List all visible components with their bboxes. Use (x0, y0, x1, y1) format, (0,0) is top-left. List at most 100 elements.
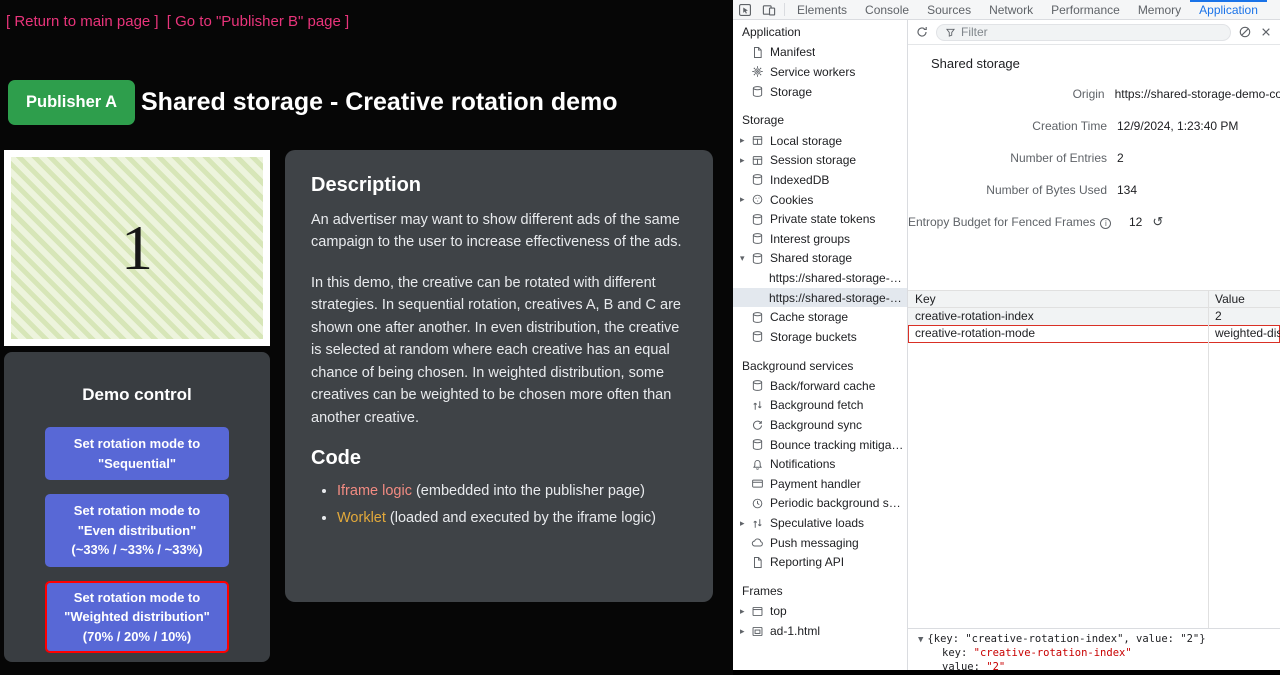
sidebar-item-top[interactable]: ▸ top (733, 602, 907, 622)
sidebar-item-session-storage[interactable]: ▸Session storage (733, 151, 907, 171)
database-icon (751, 438, 764, 451)
chevron-right-icon[interactable]: ▸ (740, 606, 751, 617)
rotation-mode-button-2[interactable]: Set rotation mode to"Even distribution"(… (45, 494, 229, 567)
preview-summary-row[interactable]: ▼{key: "creative-rotation-index", value:… (908, 632, 1280, 647)
device-toolbar-button[interactable] (757, 0, 781, 19)
meta-label: Number of Entries (908, 150, 1107, 166)
devtools-tabs: ElementsConsoleSourcesNetworkPerformance… (788, 0, 1280, 19)
sidebar-item-label: Storage (770, 85, 812, 99)
sidebar-item-storage-buckets[interactable]: Storage buckets (733, 327, 907, 347)
info-icon[interactable]: i (1100, 218, 1111, 229)
meta-value: 12↺ (1129, 214, 1163, 230)
return-main-link[interactable]: [ Return to main page ] (6, 13, 159, 30)
button-line: "Even distribution" (49, 521, 225, 541)
table-column-divider (1208, 290, 1209, 628)
sidebar-item-payment-handler[interactable]: Payment handler (733, 474, 907, 494)
tab-elements[interactable]: Elements (788, 0, 856, 19)
code-link-iframe-logic[interactable]: Iframe logic (337, 483, 412, 499)
close-icon[interactable] (1259, 25, 1273, 39)
sidebar-item-https-shared-storage-d[interactable]: https://shared-storage-d… (733, 288, 907, 308)
sidebar-item-https-shared-storage-d[interactable]: https://shared-storage-d… (733, 268, 907, 288)
sidebar-item-notifications[interactable]: Notifications (733, 454, 907, 474)
code-links-list: Iframe logic (embedded into the publishe… (337, 480, 687, 529)
chevron-right-icon[interactable]: ▸ (740, 194, 751, 205)
sidebar-item-private-state-tokens[interactable]: Private state tokens (733, 209, 907, 229)
sidebar-item-ad-1-html[interactable]: ▸ad-1.html (733, 621, 907, 641)
sidebar-item-label: Service workers (770, 65, 855, 79)
button-line: Set rotation mode to (49, 434, 225, 454)
rotation-mode-button-3[interactable]: Set rotation mode to"Weighted distributi… (45, 581, 229, 654)
code-link-worklet[interactable]: Worklet (337, 510, 386, 526)
sidebar-item-shared-storage[interactable]: ▾Shared storage (733, 249, 907, 269)
demo-control-title: Demo control (4, 352, 270, 405)
column-header-value[interactable]: Value (1208, 291, 1280, 307)
filter-input[interactable]: Filter (936, 24, 1231, 41)
sidebar-item-indexeddb[interactable]: IndexedDB (733, 170, 907, 190)
sidebar-item-label: Background fetch (770, 398, 863, 412)
chevron-down-icon[interactable]: ▾ (740, 253, 751, 264)
inspect-element-button[interactable] (733, 0, 757, 19)
description-paragraph-1: An advertiser may want to show different… (311, 209, 687, 254)
clear-icon[interactable] (1238, 25, 1252, 39)
tab-sources[interactable]: Sources (918, 0, 980, 19)
property-name: key (942, 647, 961, 659)
sidebar-item-bounce-tracking-mitiga[interactable]: Bounce tracking mitiga… (733, 435, 907, 455)
panel-toolbar: Filter (908, 20, 1280, 45)
sidebar-item-label: top (770, 604, 787, 618)
sidebar-item-local-storage[interactable]: ▸Local storage (733, 131, 907, 151)
sync-icon (751, 419, 764, 432)
sidebar-item-storage[interactable]: Storage (733, 82, 907, 102)
table-row-creative-rotation-index[interactable]: creative-rotation-index 2 (908, 308, 1280, 326)
sidebar-item-background-fetch[interactable]: Background fetch (733, 396, 907, 416)
chevron-right-icon[interactable]: ▸ (740, 155, 751, 166)
rotation-mode-button-1[interactable]: Set rotation mode to"Sequential" (45, 427, 229, 480)
chevron-down-icon[interactable]: ▼ (918, 635, 923, 645)
sidebar-item-service-workers[interactable]: Service workers (733, 62, 907, 82)
sidebar-item-back-forward-cache[interactable]: Back/forward cache (733, 376, 907, 396)
sidebar-item-interest-groups[interactable]: Interest groups (733, 229, 907, 249)
gear-icon (751, 65, 764, 78)
table-row-creative-rotation-mode[interactable]: creative-rotation-mode weighted-distribu… (908, 325, 1280, 343)
tab-console[interactable]: Console (856, 0, 918, 19)
sidebar-item-background-sync[interactable]: Background sync (733, 415, 907, 435)
tab-application[interactable]: Application (1190, 0, 1267, 19)
sidebar-item-cache-storage[interactable]: Cache storage (733, 307, 907, 327)
refresh-icon[interactable] (915, 25, 929, 39)
sidebar-item-push-messaging[interactable]: Push messaging (733, 533, 907, 553)
document-icon (751, 46, 764, 59)
sidebar-item-reporting-api[interactable]: Reporting API (733, 552, 907, 572)
page-title: Shared storage - Creative rotation demo (141, 88, 618, 117)
preview-property: value: "2" (908, 661, 1280, 671)
chevron-right-icon[interactable]: ▸ (740, 135, 751, 146)
button-line: "Weighted distribution" (49, 607, 225, 627)
toolbar-separator (784, 3, 785, 16)
tab-memory[interactable]: Memory (1129, 0, 1190, 19)
tab-network[interactable]: Network (980, 0, 1042, 19)
meta-value: 2 (1117, 150, 1124, 166)
sidebar-item-cookies[interactable]: ▸ Cookies (733, 190, 907, 210)
screen: [ Return to main page ] [ Go to "Publish… (0, 0, 1280, 675)
sidebar-item-label: Push messaging (770, 536, 859, 550)
sidebar-item-label: Storage buckets (770, 330, 857, 344)
column-header-key[interactable]: Key (908, 291, 1208, 307)
sidebar-item-speculative-loads[interactable]: ▸Speculative loads (733, 513, 907, 533)
sidebar-item-manifest[interactable]: Manifest (733, 43, 907, 63)
ad-creative: 1 (11, 157, 263, 339)
meta-row-entropy-budget-for-fenced-frames: Entropy Budget for Fenced Framesi 12↺ (908, 214, 1280, 230)
tab-performance[interactable]: Performance (1042, 0, 1129, 19)
chevron-right-icon[interactable]: ▸ (740, 626, 751, 637)
sidebar-item-label: Cache storage (770, 310, 848, 324)
property-name: value (942, 661, 974, 671)
entry-preview-pane: ▼{key: "creative-rotation-index", value:… (908, 628, 1280, 670)
cookie-icon (751, 193, 764, 206)
chevron-right-icon[interactable]: ▸ (740, 518, 751, 529)
database-icon (751, 330, 764, 343)
button-line: (~33% / ~33% / ~33%) (49, 540, 225, 560)
sidebar-item-periodic-background-s[interactable]: Periodic background s… (733, 494, 907, 514)
filter-placeholder: Filter (961, 25, 988, 39)
reset-budget-icon[interactable]: ↺ (1152, 214, 1163, 229)
fetch-icon (751, 399, 764, 412)
sidebar-item-label: https://shared-storage-d… (769, 291, 907, 305)
publisher-b-link[interactable]: [ Go to "Publisher B" page ] (167, 13, 349, 30)
sidebar-item-label: Cookies (770, 193, 813, 207)
